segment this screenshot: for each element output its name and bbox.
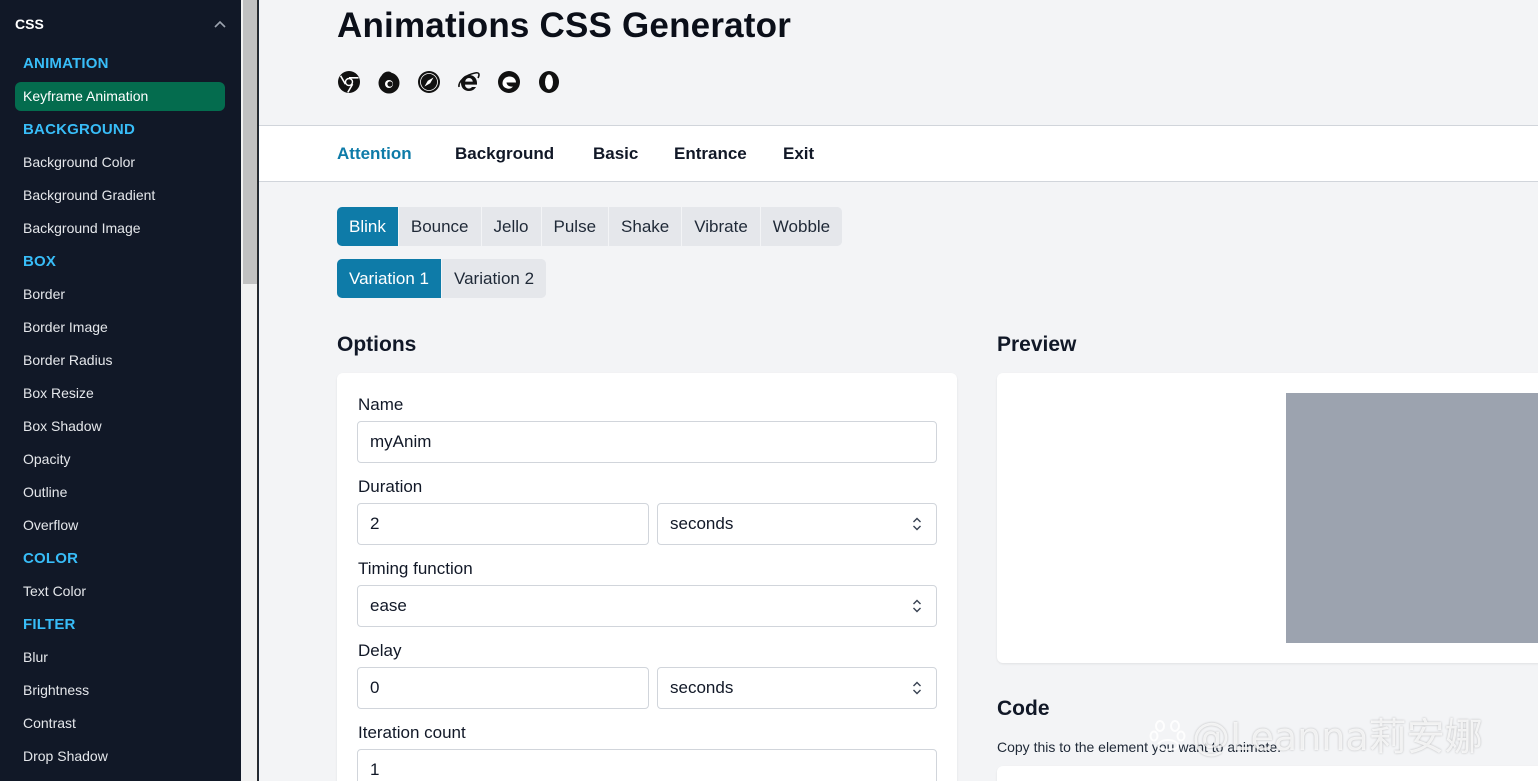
tab-attention[interactable]: Attention — [337, 126, 412, 182]
code-heading: Code — [997, 697, 1050, 720]
timing-function-label: Timing function — [358, 559, 473, 578]
page-title: Animations CSS Generator — [337, 6, 792, 45]
sidebar: CSS ANIMATION Keyframe Animation BACKGROUN… — [0, 0, 241, 781]
code-card[interactable] — [997, 766, 1538, 781]
name-input[interactable]: myAnim — [357, 421, 937, 463]
delay-unit-value: seconds — [670, 678, 734, 697]
ie-icon — [458, 71, 480, 91]
vibrate-button[interactable]: Vibrate — [682, 207, 761, 246]
sidebar-item-contrast[interactable]: Contrast — [0, 707, 241, 740]
sidebar-category-animation: ANIMATION — [23, 55, 109, 72]
sidebar-item-keyframe-animation[interactable]: Keyframe Animation — [15, 82, 225, 111]
preview-element — [1286, 393, 1538, 643]
category-tabs: Attention Background Basic Entrance Exit — [259, 126, 1538, 182]
select-arrows-icon — [913, 517, 921, 531]
timing-function-select[interactable]: ease — [357, 585, 937, 627]
sidebar-item-blur[interactable]: Blur — [0, 641, 241, 674]
tab-background[interactable]: Background — [455, 126, 554, 182]
shake-button[interactable]: Shake — [609, 207, 683, 246]
sidebar-category-color: COLOR — [23, 550, 79, 567]
sidebar-item-text-color[interactable]: Text Color — [0, 575, 241, 608]
sidebar-item-opacity[interactable]: Opacity — [0, 443, 241, 476]
code-subtitle: Copy this to the element you want to ani… — [997, 739, 1282, 755]
sidebar-item-box-resize[interactable]: Box Resize — [0, 377, 241, 410]
sidebar-item-drop-shadow[interactable]: Drop Shadow — [0, 740, 241, 773]
wobble-button[interactable]: Wobble — [760, 207, 843, 246]
chevron-up-icon[interactable] — [213, 17, 227, 31]
scrollbar-thumb[interactable] — [243, 0, 257, 284]
edge-icon — [498, 71, 520, 93]
iteration-count-input[interactable]: 1 — [357, 749, 937, 781]
sidebar-item-border-image[interactable]: Border Image — [0, 311, 241, 344]
sidebar-item-border-radius[interactable]: Border Radius — [0, 344, 241, 377]
pulse-button[interactable]: Pulse — [541, 207, 610, 246]
browser-support — [337, 70, 561, 94]
animation-button-group: Blink Bounce Jello Pulse Shake Vibrate W… — [337, 207, 843, 246]
firefox-icon — [378, 71, 400, 94]
sidebar-nav: ANIMATION Keyframe Animation BACKGROUND Bac… — [0, 47, 241, 781]
duration-unit-value: seconds — [670, 514, 734, 533]
tab-basic[interactable]: Basic — [593, 126, 638, 182]
duration-unit-select[interactable]: seconds — [657, 503, 937, 545]
duration-input[interactable]: 2 — [357, 503, 649, 545]
sidebar-item-overflow[interactable]: Overflow — [0, 509, 241, 542]
chrome-icon — [338, 71, 360, 93]
sidebar-item-outline[interactable]: Outline — [0, 476, 241, 509]
safari-icon — [418, 71, 440, 93]
bounce-button[interactable]: Bounce — [398, 207, 482, 246]
sidebar-item-border[interactable]: Border — [0, 278, 241, 311]
sidebar-item-box-shadow[interactable]: Box Shadow — [0, 410, 241, 443]
main-content: Animations CSS Generator Attention Backg… — [259, 0, 1538, 781]
sidebar-header[interactable]: CSS — [0, 0, 241, 47]
delay-label: Delay — [358, 641, 402, 660]
sidebar-category-background: BACKGROUND — [23, 121, 135, 138]
sidebar-item-grayscale[interactable]: Grayscale — [0, 773, 241, 781]
sidebar-item-background-gradient[interactable]: Background Gradient — [0, 179, 241, 212]
variation-button-group: Variation 1 Variation 2 — [337, 259, 547, 298]
options-heading: Options — [337, 333, 417, 356]
preview-card — [997, 373, 1538, 663]
timing-function-value: ease — [370, 596, 407, 615]
variation-2-button[interactable]: Variation 2 — [442, 259, 547, 298]
select-arrows-icon — [913, 599, 921, 613]
sidebar-category-box: BOX — [23, 253, 57, 270]
tab-entrance[interactable]: Entrance — [674, 126, 747, 182]
name-label: Name — [358, 395, 404, 414]
select-arrows-icon — [913, 681, 921, 695]
sidebar-title: CSS — [15, 15, 44, 32]
delay-unit-select[interactable]: seconds — [657, 667, 937, 709]
iteration-count-label: Iteration count — [358, 723, 466, 742]
preview-heading: Preview — [997, 333, 1077, 356]
options-card: Name myAnim Duration 2 seconds Timing fu… — [337, 373, 957, 781]
duration-label: Duration — [358, 477, 423, 496]
sidebar-scrollbar[interactable] — [241, 0, 258, 781]
blink-button[interactable]: Blink — [337, 207, 399, 246]
delay-input[interactable]: 0 — [357, 667, 649, 709]
sidebar-item-background-color[interactable]: Background Color — [0, 146, 241, 179]
sidebar-item-brightness[interactable]: Brightness — [0, 674, 241, 707]
opera-icon — [539, 71, 559, 93]
sidebar-category-filter: FILTER — [23, 616, 76, 633]
sidebar-item-background-image[interactable]: Background Image — [0, 212, 241, 245]
tab-exit[interactable]: Exit — [783, 126, 814, 182]
variation-1-button[interactable]: Variation 1 — [337, 259, 443, 298]
jello-button[interactable]: Jello — [481, 207, 542, 246]
